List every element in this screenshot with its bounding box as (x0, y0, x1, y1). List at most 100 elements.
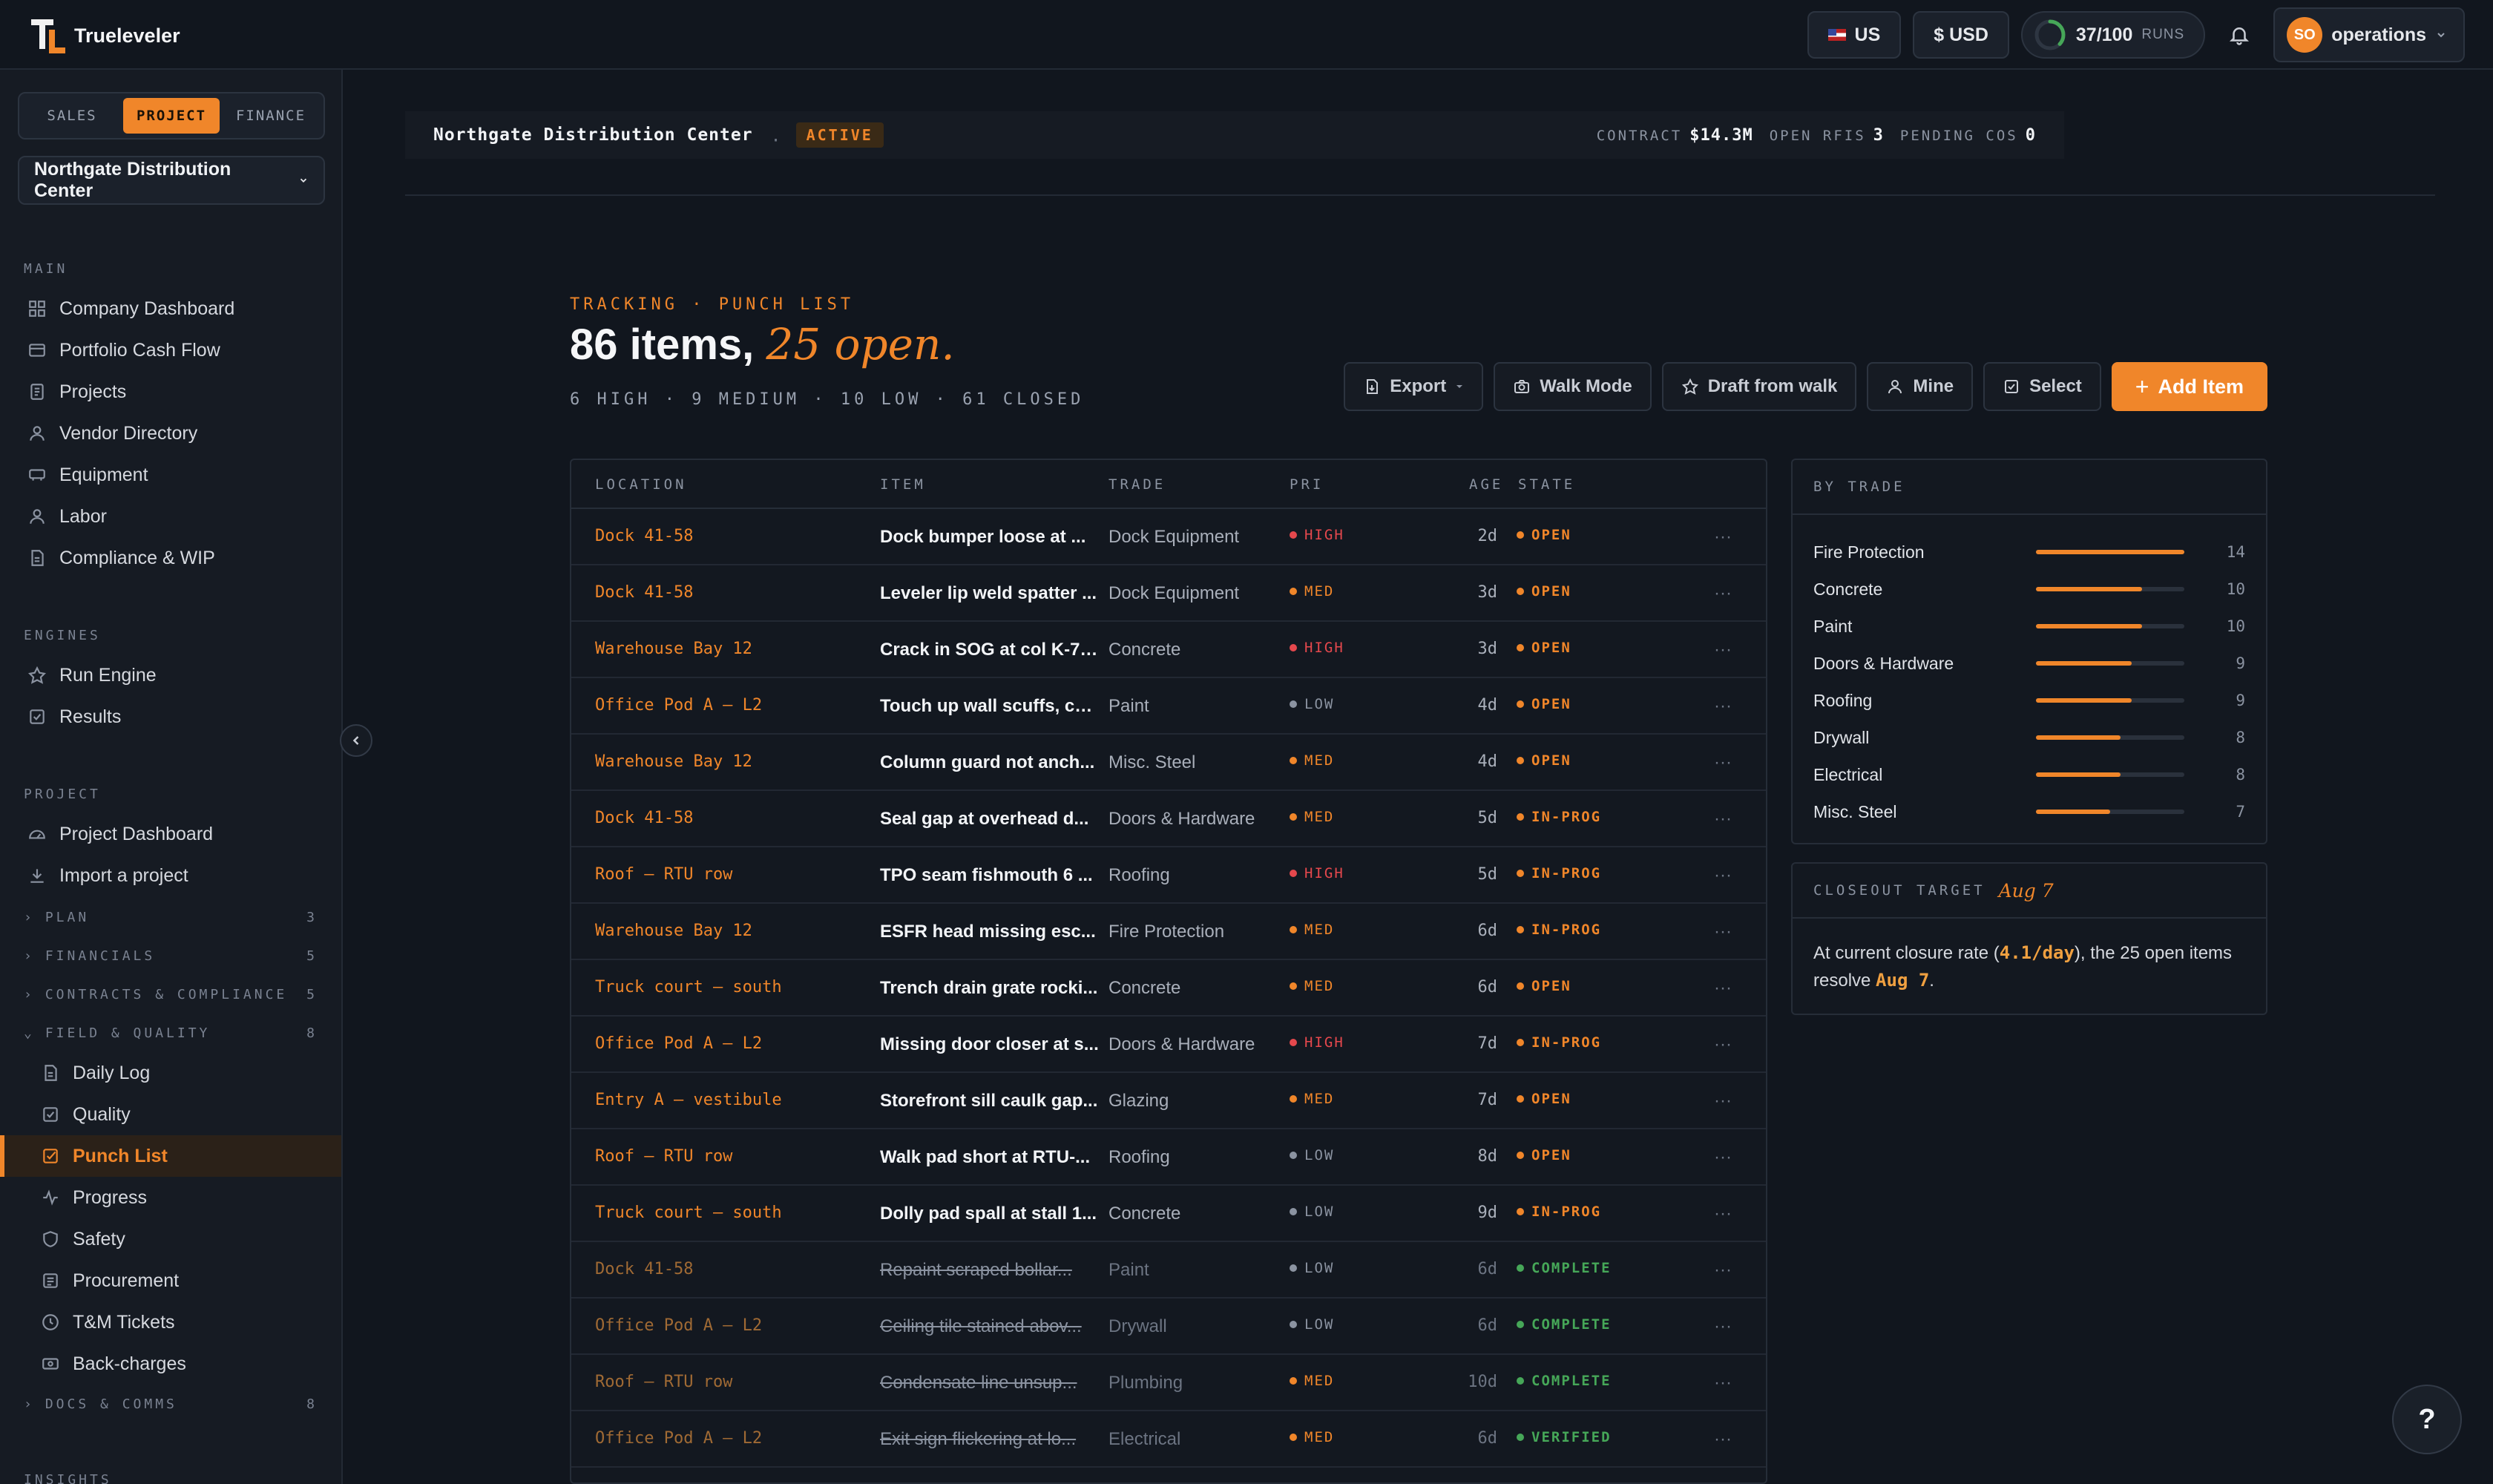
table-row[interactable]: Truck court — south Dolly pad spall at st… (571, 1186, 1766, 1242)
row-location[interactable]: Roof — RTU row (595, 865, 732, 884)
sidebar-item-procurement[interactable]: Procurement (40, 1264, 179, 1297)
row-item[interactable]: Leveler lip weld spatter ... (880, 583, 1100, 604)
row-item[interactable]: Repaint scraped bollar... (880, 1260, 1100, 1281)
sidebar-item-compliance-wip[interactable]: Compliance & WIP (27, 542, 215, 574)
trade-row[interactable]: Concrete 10 (1813, 574, 2245, 604)
row-more-icon[interactable]: ··· (1714, 1260, 1732, 1281)
mode-finance[interactable]: FINANCE (223, 98, 319, 134)
row-more-icon[interactable]: ··· (1714, 527, 1732, 548)
trade-row[interactable]: Paint 10 (1813, 611, 2245, 641)
row-more-icon[interactable]: ··· (1714, 1316, 1732, 1337)
sidebar-item-projects[interactable]: Projects (27, 375, 126, 408)
row-item[interactable]: Seal gap at overhead d... (880, 809, 1100, 830)
table-row[interactable]: Office Pod A — L2 Missing door closer at … (571, 1017, 1766, 1073)
col-state[interactable]: STATE (1518, 476, 1575, 493)
row-more-icon[interactable]: ··· (1714, 1373, 1732, 1393)
row-location[interactable]: Truck court — south (595, 1204, 782, 1222)
sidebar-item-tm-tickets[interactable]: T&M Tickets (40, 1306, 175, 1339)
draft-from-walk-button[interactable]: Draft from walk (1661, 362, 1857, 411)
row-location[interactable]: Office Pod A — L2 (595, 696, 762, 715)
group-docs-comms[interactable]: › DOCS & COMMS 8 (24, 1389, 318, 1419)
trade-row[interactable]: Roofing 9 (1813, 686, 2245, 715)
mode-project[interactable]: PROJECT (123, 98, 220, 134)
trade-row[interactable]: Doors & Hardware 9 (1813, 649, 2245, 678)
table-row[interactable]: Roof — RTU row Walk pad short at RTU-... R… (571, 1129, 1766, 1186)
sidebar-item-run-engine[interactable]: Run Engine (27, 659, 157, 692)
row-item[interactable]: TPO seam fishmouth 6 ... (880, 865, 1100, 886)
row-more-icon[interactable]: ··· (1714, 752, 1732, 773)
row-more-icon[interactable]: ··· (1714, 640, 1732, 660)
col-location[interactable]: LOCATION (595, 476, 687, 493)
row-more-icon[interactable]: ··· (1714, 1147, 1732, 1168)
row-item[interactable]: Exit sign flickering at lo... (880, 1429, 1100, 1450)
table-row[interactable]: Entry A — vestibule Storefront sill caulk… (571, 1073, 1766, 1129)
table-row[interactable]: Warehouse Bay 12 ESFR head missing esc...… (571, 904, 1766, 960)
table-row[interactable]: Office Pod A — L2 Touch up wall scuffs, c… (571, 678, 1766, 735)
group-financials[interactable]: › FINANCIALS 5 (24, 941, 318, 971)
col-item[interactable]: ITEM (880, 476, 926, 493)
row-location[interactable]: Office Pod A — L2 (595, 1429, 762, 1448)
sidebar-collapse-button[interactable] (340, 724, 372, 757)
row-more-icon[interactable]: ··· (1714, 978, 1732, 999)
table-row[interactable]: Dock 41-58 Dock bumper loose at ... Dock E… (571, 509, 1766, 565)
table-row[interactable]: Office Pod A — L2 Exit sign flickering at… (571, 1411, 1766, 1468)
sidebar-item-quality[interactable]: Quality (40, 1098, 131, 1131)
row-item[interactable]: Touch up wall scuffs, co... (880, 696, 1100, 717)
row-location[interactable]: Warehouse Bay 12 (595, 752, 752, 771)
project-selector[interactable]: Northgate Distribution Center (18, 156, 325, 205)
trade-row[interactable]: Misc. Steel 7 (1813, 797, 2245, 827)
row-location[interactable]: Roof — RTU row (595, 1373, 732, 1391)
runs-meter[interactable]: 37/100 RUNS (2020, 11, 2206, 59)
group-contracts-compliance[interactable]: › CONTRACTS & COMPLIANCE 5 (24, 979, 318, 1009)
trade-row[interactable]: Drywall 8 (1813, 723, 2245, 752)
row-item[interactable]: Dolly pad spall at stall 1... (880, 1204, 1100, 1224)
row-location[interactable]: Dock 41-58 (595, 809, 693, 827)
row-more-icon[interactable]: ··· (1714, 696, 1732, 717)
row-location[interactable]: Entry A — vestibule (595, 1091, 782, 1109)
sidebar-item-vendor-directory[interactable]: Vendor Directory (27, 417, 197, 450)
table-row[interactable]: Office Pod A — L2 Ceiling tile stained ab… (571, 1298, 1766, 1355)
row-item[interactable]: Missing door closer at s... (880, 1034, 1100, 1055)
walk-mode-button[interactable]: Walk Mode (1494, 362, 1652, 411)
row-more-icon[interactable]: ··· (1714, 583, 1732, 604)
sidebar-item-safety[interactable]: Safety (40, 1223, 125, 1255)
row-location[interactable]: Dock 41-58 (595, 527, 693, 545)
table-row[interactable]: Truck court — south Trench drain grate ro… (571, 960, 1766, 1017)
help-button[interactable]: ? (2392, 1385, 2462, 1454)
table-row[interactable]: Warehouse Bay 12 Crack in SOG at col K-7 … (571, 622, 1766, 678)
row-more-icon[interactable]: ··· (1714, 865, 1732, 886)
trade-row[interactable]: Electrical 8 (1813, 760, 2245, 789)
group-plan[interactable]: › PLAN 3 (24, 902, 318, 932)
notifications-bell-icon[interactable] (2217, 13, 2262, 57)
row-item[interactable]: Walk pad short at RTU-... (880, 1147, 1100, 1168)
row-location[interactable]: Dock 41-58 (595, 583, 693, 602)
region-selector[interactable]: US (1807, 11, 1902, 59)
sidebar-item-back-charges[interactable]: Back-charges (40, 1347, 186, 1380)
mine-filter-button[interactable]: Mine (1867, 362, 1974, 411)
sidebar-item-daily-log[interactable]: Daily Log (40, 1057, 150, 1089)
table-row[interactable]: Dock 41-58 Repaint scraped bollar... Paint… (571, 1242, 1766, 1298)
row-item[interactable]: Condensate line unsup... (880, 1373, 1100, 1393)
row-more-icon[interactable]: ··· (1714, 922, 1732, 942)
table-row[interactable]: Warehouse Bay 12 Column guard not anch...… (571, 735, 1766, 791)
row-location[interactable]: Office Pod A — L2 (595, 1034, 762, 1053)
select-button[interactable]: Select (1983, 362, 2101, 411)
sidebar-item-punch-list[interactable]: Punch List (40, 1140, 168, 1172)
col-age[interactable]: AGE (1469, 476, 1503, 493)
row-location[interactable]: Truck court — south (595, 978, 782, 997)
row-item[interactable]: Dock bumper loose at ... (880, 527, 1100, 548)
table-row[interactable]: Roof — RTU row Condensate line unsup... Pl… (571, 1355, 1766, 1411)
sidebar-item-results[interactable]: Results (27, 700, 121, 733)
row-more-icon[interactable]: ··· (1714, 809, 1732, 830)
sidebar-item-company-dashboard[interactable]: Company Dashboard (27, 292, 234, 325)
group-field-quality[interactable]: ⌄ FIELD & QUALITY 8 (24, 1018, 318, 1048)
add-item-button[interactable]: + Add Item (2111, 362, 2267, 411)
sidebar-item-project-dashboard[interactable]: Project Dashboard (27, 818, 213, 850)
mode-sales[interactable]: SALES (24, 98, 120, 134)
row-item[interactable]: ESFR head missing esc... (880, 922, 1100, 942)
row-location[interactable]: Office Pod A — L2 (595, 1316, 762, 1335)
sidebar-item-progress[interactable]: Progress (40, 1181, 147, 1214)
row-item[interactable]: Trench drain grate rocki... (880, 978, 1100, 999)
sidebar-item-equipment[interactable]: Equipment (27, 459, 148, 491)
row-item[interactable]: Column guard not anch... (880, 752, 1100, 773)
